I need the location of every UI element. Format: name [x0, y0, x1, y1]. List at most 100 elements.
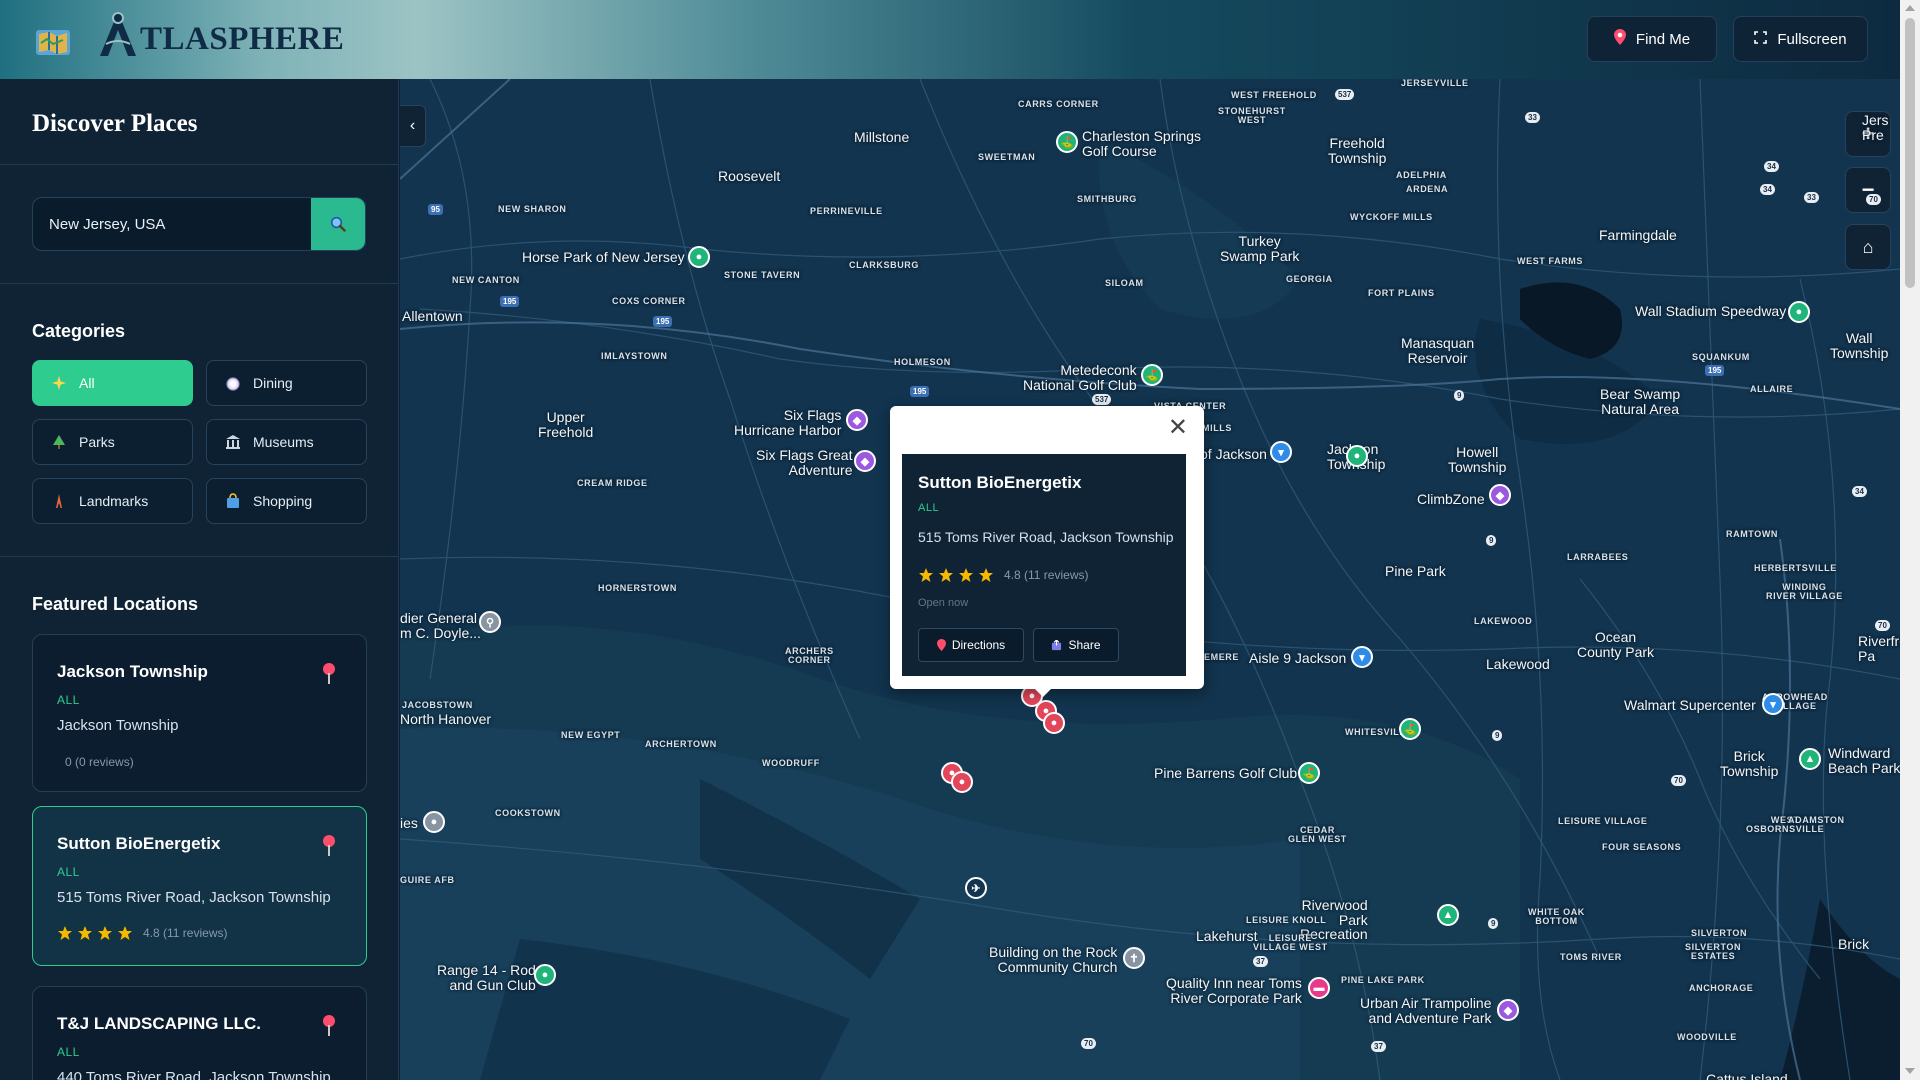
popup-pointer [1033, 687, 1053, 697]
park-marker-icon[interactable]: ● [1788, 301, 1810, 323]
monument-marker-icon[interactable]: ⚲ [479, 611, 501, 633]
scroll-up-icon[interactable] [1905, 5, 1915, 11]
category-parks-button[interactable]: Parks [32, 419, 193, 465]
share-button[interactable]: Share [1033, 628, 1119, 662]
popup-title: Sutton BioEnergetix [918, 473, 1082, 492]
sidebar: Discover Places Categories All Dining Pa… [0, 79, 399, 1080]
category-dining-button[interactable]: Dining [206, 360, 367, 406]
golf-marker-icon[interactable]: ⛳ [1298, 762, 1320, 784]
place-label: SILVERTON ESTATES [1685, 942, 1742, 962]
fullscreen-button[interactable]: Fullscreen [1733, 16, 1868, 62]
location-rating: 4.8 (11 reviews) [143, 926, 228, 940]
map-label: Brick [1838, 936, 1870, 952]
location-card[interactable]: Jackson Township ALL Jackson Township 0 … [32, 634, 367, 792]
place-label: ARCHERTOWN [645, 739, 717, 749]
route-shield: 70 [1671, 775, 1686, 786]
location-name: Jackson Township [57, 662, 208, 681]
star-icon [58, 926, 72, 940]
poi-label: Wall Stadium Speedway [1635, 303, 1787, 319]
map-label: Freehold Township [1328, 135, 1387, 166]
map-label: Cattus Island [1706, 1071, 1788, 1080]
place-label: HERBERTSVILLE [1754, 563, 1837, 573]
park-marker-icon[interactable]: ▲ [1437, 904, 1459, 926]
park-marker-icon[interactable]: ● [688, 246, 710, 268]
popup-address: 515 Toms River Road, Jackson Township [918, 529, 1174, 545]
map-label: Manasquan Reservoir [1401, 335, 1475, 366]
location-card[interactable]: Sutton BioEnergetix ALL 515 Toms River R… [32, 806, 367, 966]
category-shopping-button[interactable]: Shopping [206, 478, 367, 524]
poi-label: Range 14 - Rod and Gun Club [437, 962, 536, 993]
airport-marker-icon[interactable]: ✈ [965, 877, 987, 899]
route-shield: 33 [1804, 192, 1819, 203]
location-pin-icon [1613, 29, 1626, 49]
location-popup: ✕ Sutton BioEnergetix ALL 515 Toms River… [890, 406, 1204, 697]
place-label: ADAMSTON [1788, 815, 1845, 825]
hotel-marker-icon[interactable]: ▬ [1308, 977, 1330, 999]
location-pin-icon [322, 835, 336, 862]
rating-stars: 4.8 (11 reviews) [57, 925, 227, 941]
park-marker-icon[interactable]: ▲ [1799, 748, 1821, 770]
category-landmarks-button[interactable]: Landmarks [32, 478, 193, 524]
page-scrollbar[interactable] [1900, 0, 1920, 1080]
church-marker-icon[interactable]: ✝ [1123, 947, 1145, 969]
place-label: NEW SHARON [498, 204, 567, 214]
zoom-out-button[interactable]: − [1845, 167, 1891, 213]
amusement-marker-icon[interactable]: ◆ [846, 409, 868, 431]
amusement-marker-icon[interactable]: ◆ [854, 450, 876, 472]
location-marker-icon[interactable]: ● [951, 771, 973, 793]
place-label: CREAM RIDGE [577, 478, 648, 488]
golf-marker-icon[interactable]: ⛳ [1056, 131, 1078, 153]
golf-marker-icon[interactable]: ⛳ [1141, 364, 1163, 386]
place-label: ADELPHIA [1396, 170, 1447, 180]
place-label: HOLMESON [894, 357, 951, 367]
route-shield: 34 [1764, 161, 1779, 172]
location-marker-icon[interactable]: ● [1043, 712, 1065, 734]
category-all-button[interactable]: All [32, 360, 193, 406]
monument-marker-icon[interactable]: ● [423, 811, 445, 833]
poi-label: of Jackson [1200, 446, 1267, 462]
home-button[interactable]: ⌂ [1845, 224, 1891, 270]
scroll-down-icon[interactable] [1905, 1068, 1915, 1074]
place-label: ALLAIRE [1750, 384, 1794, 394]
place-label: SMITHBURG [1077, 194, 1137, 204]
search-button[interactable] [311, 198, 365, 250]
store-marker-icon[interactable]: ▾ [1351, 646, 1373, 668]
route-shield: 34 [1760, 184, 1775, 195]
golf-marker-icon[interactable]: ⛳ [1399, 718, 1421, 740]
map-label: North Hanover [400, 711, 492, 727]
map-label: Riverfro Pa [1858, 633, 1900, 664]
category-label: Shopping [253, 493, 313, 509]
museum-icon [225, 434, 241, 450]
place-label: RAMTOWN [1726, 529, 1779, 539]
place-label: CLARKSBURG [849, 260, 919, 270]
location-card[interactable]: T&J LANDSCAPING LLC. ALL 440 Toms River … [32, 986, 367, 1080]
amusement-marker-icon[interactable]: ◆ [1489, 484, 1511, 506]
store-marker-icon[interactable]: ▾ [1762, 693, 1784, 715]
app-header: TLASPHERE Find Me Fullscreen [0, 0, 1900, 79]
park-marker-icon[interactable]: ● [534, 964, 556, 986]
directions-button[interactable]: Directions [918, 628, 1024, 662]
category-museums-button[interactable]: Museums [206, 419, 367, 465]
map-label: Wall Township [1830, 330, 1889, 361]
amusement-marker-icon[interactable]: ◆ [1497, 999, 1519, 1021]
star-icon [78, 926, 92, 940]
tree-icon [51, 434, 67, 450]
place-label: SQUANKUM [1692, 352, 1750, 362]
store-marker-icon[interactable]: ▾ [1270, 441, 1292, 463]
location-category: ALL [57, 865, 80, 879]
location-marker-icon[interactable]: ● [1346, 445, 1368, 467]
place-label: LEISURE VILLAGE [1558, 816, 1648, 826]
search-input[interactable] [33, 198, 313, 250]
close-icon[interactable]: ✕ [1168, 416, 1188, 440]
poi-label: Aisle 9 Jackson [1249, 650, 1347, 666]
place-label: GUIRE AFB [400, 875, 455, 885]
poi-label: Urban Air Trampoline and Adventure Park [1360, 995, 1492, 1026]
place-label: TOMS RIVER [1560, 952, 1622, 962]
categories-title: Categories [32, 321, 126, 341]
find-me-button[interactable]: Find Me [1587, 16, 1717, 62]
location-pin-icon [322, 1015, 336, 1042]
place-label: NEW EGYPT [561, 730, 621, 740]
sidebar-toggle-button[interactable]: ‹ [400, 105, 426, 147]
scrollbar-thumb[interactable] [1905, 18, 1915, 288]
category-label: Landmarks [79, 493, 149, 509]
